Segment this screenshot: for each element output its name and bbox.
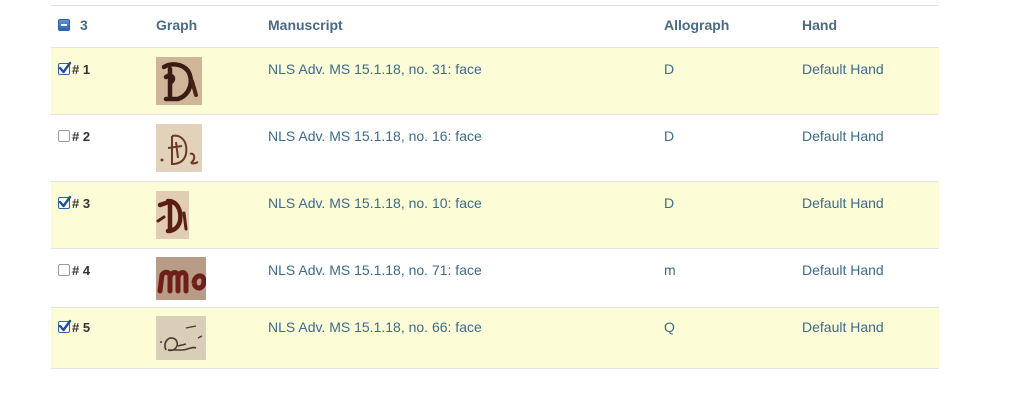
table-row[interactable]: # 5 NLS Adv. MS 15.1.18, no. 66: face Q …: [51, 308, 939, 369]
manuscript-link[interactable]: NLS Adv. MS 15.1.18, no. 71: face: [268, 262, 482, 278]
empty-checkbox-icon[interactable]: [58, 130, 70, 142]
hand-link[interactable]: Default Hand: [802, 128, 884, 144]
graph-thumbnail-image[interactable]: [156, 316, 206, 360]
checked-checkbox-icon[interactable]: [58, 195, 72, 209]
collapse-minus-icon[interactable]: [58, 19, 70, 31]
manuscript-link[interactable]: NLS Adv. MS 15.1.18, no. 16: face: [268, 128, 482, 144]
column-header-manuscript: Manuscript: [268, 17, 343, 33]
hand-link[interactable]: Default Hand: [802, 195, 884, 211]
checked-checkbox-icon[interactable]: [58, 319, 72, 333]
row-number: # 4: [72, 263, 91, 278]
hand-link[interactable]: Default Hand: [802, 319, 884, 335]
row-number: # 2: [72, 129, 91, 144]
table-row[interactable]: # 4 NLS Adv. MS 15.1.18, no. 71: face m …: [51, 249, 939, 308]
row-select: # 2: [58, 128, 90, 144]
checked-checkbox-icon[interactable]: [58, 61, 72, 75]
table-row[interactable]: # 1 NLS Adv. MS 15.1.18, no. 31: face D …: [51, 48, 939, 115]
graph-thumbnail-image[interactable]: [156, 257, 207, 300]
table-row[interactable]: # 2 NLS Adv. MS 15.1.18, no. 16: face D …: [51, 115, 939, 182]
allograph-link[interactable]: D: [664, 195, 674, 211]
hand-link[interactable]: Default Hand: [802, 262, 884, 278]
manuscript-link[interactable]: NLS Adv. MS 15.1.18, no. 10: face: [268, 195, 482, 211]
row-number: # 1: [72, 62, 91, 77]
table-row[interactable]: # 3 NLS Adv. MS 15.1.18, no. 10: face D …: [51, 182, 939, 249]
graph-thumbnail-image[interactable]: [156, 124, 202, 172]
manuscript-link[interactable]: NLS Adv. MS 15.1.18, no. 31: face: [268, 61, 482, 77]
row-select: # 1: [58, 61, 90, 77]
column-header-hand: Hand: [802, 17, 837, 33]
row-number: # 3: [72, 196, 91, 211]
graph-thumbnail-image[interactable]: [156, 57, 202, 105]
column-header-graph: Graph: [156, 17, 198, 33]
manuscript-link[interactable]: NLS Adv. MS 15.1.18, no. 66: face: [268, 319, 482, 335]
select-header[interactable]: 3: [58, 17, 88, 33]
allograph-link[interactable]: Q: [664, 319, 675, 335]
graph-thumbnail-image[interactable]: [156, 191, 189, 239]
allograph-link[interactable]: m: [664, 262, 676, 278]
empty-checkbox-icon[interactable]: [58, 264, 70, 276]
row-select: # 3: [58, 195, 90, 211]
selected-count: 3: [80, 17, 88, 33]
allograph-link[interactable]: D: [664, 61, 674, 77]
table-header: 3 Graph Manuscript Allograph Hand: [51, 6, 939, 48]
row-select: # 5: [58, 319, 90, 335]
column-header-allograph: Allograph: [664, 17, 730, 33]
row-select: # 4: [58, 262, 90, 278]
hand-link[interactable]: Default Hand: [802, 61, 884, 77]
row-number: # 5: [72, 320, 91, 335]
allograph-link[interactable]: D: [664, 128, 674, 144]
annotations-table: 3 Graph Manuscript Allograph Hand # 1 NL…: [51, 5, 939, 369]
